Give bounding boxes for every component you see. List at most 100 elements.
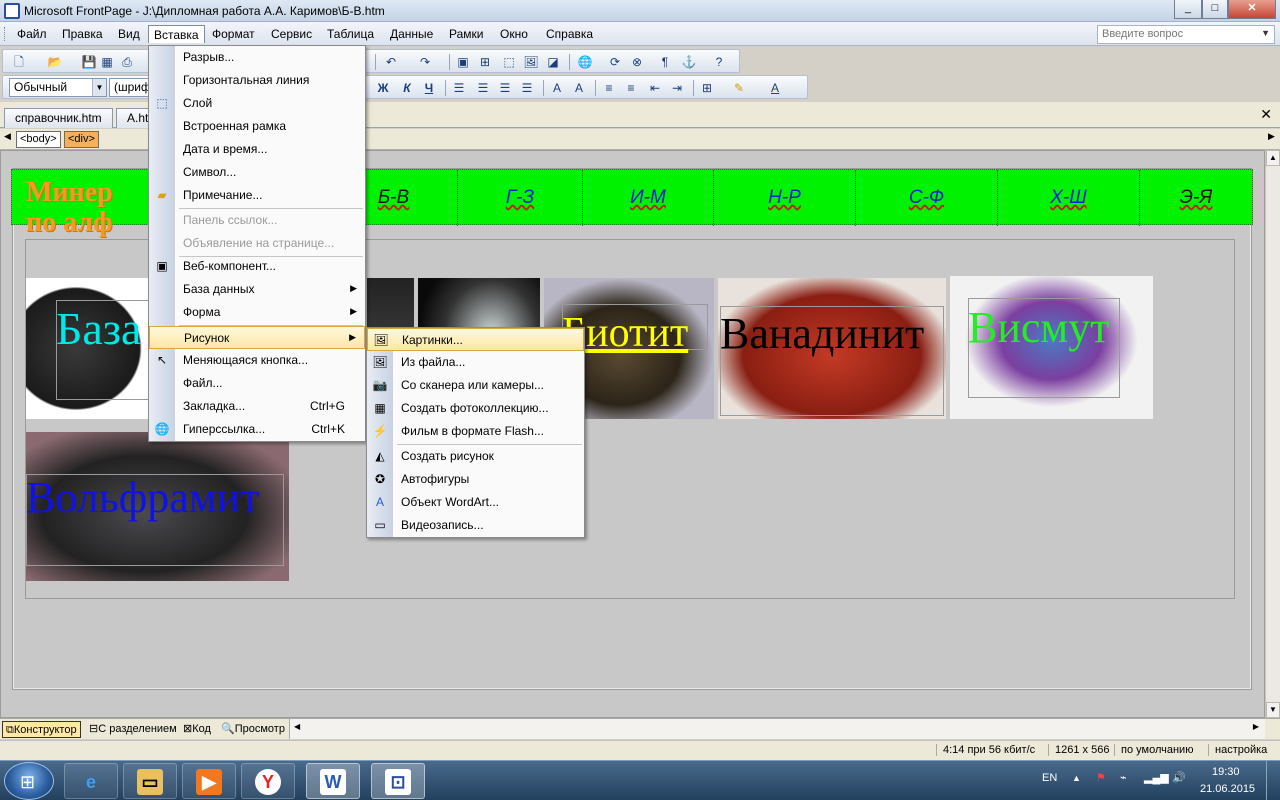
print-icon[interactable]: ⎙ [119, 54, 135, 70]
increase-font-icon[interactable]: A [549, 80, 565, 96]
tag-div[interactable]: <div> [64, 131, 99, 148]
highlight-icon[interactable]: ✎ [731, 80, 747, 96]
mineral-image-base[interactable]: База [26, 278, 151, 419]
bullet-list-icon[interactable]: ≡ [623, 80, 639, 96]
menu-item-form[interactable]: Форма ▶ [149, 301, 365, 324]
tag-body[interactable]: <body> [16, 131, 61, 148]
close-icon[interactable]: ✕ [1260, 106, 1272, 123]
menu-insert[interactable]: Вставка [148, 25, 205, 43]
scroll-up-icon[interactable]: ▲ [1266, 150, 1280, 166]
menu-help[interactable]: Справка [541, 25, 598, 43]
numbered-list-icon[interactable]: ≡ [601, 80, 617, 96]
font-dropdown[interactable]: (шриф [109, 78, 149, 97]
save-icon[interactable]: 💾 [81, 54, 97, 70]
menu-item-file[interactable]: Файл... [149, 372, 365, 395]
menu-item-inline-frame[interactable]: Встроенная рамка [149, 115, 365, 138]
menu-window[interactable]: Окно [495, 25, 533, 43]
italic-button[interactable]: К [399, 80, 415, 96]
menu-item-symbol[interactable]: Символ... [149, 161, 365, 184]
chevron-down-icon[interactable]: ▼ [1261, 28, 1270, 38]
menu-view[interactable]: Вид [113, 25, 145, 43]
anchor-icon[interactable]: ⚓ [681, 54, 697, 70]
scroll-down-icon[interactable]: ▼ [1266, 702, 1280, 718]
taskbar-yandex[interactable]: Y [241, 763, 295, 799]
minimize-button[interactable]: _ [1174, 0, 1202, 19]
font-color-icon[interactable]: A [767, 80, 783, 96]
view-tab-split[interactable]: ⊟С разделением [86, 721, 180, 738]
scroll-right-icon[interactable]: ▶ [1253, 722, 1259, 731]
menu-frames[interactable]: Рамки [444, 25, 488, 43]
ask-question-input[interactable]: Введите вопрос ▼ [1097, 25, 1275, 44]
maximize-button[interactable]: □ [1202, 0, 1228, 19]
usb-icon[interactable]: ⌁ [1120, 771, 1127, 784]
publish-icon[interactable]: ▦ [99, 54, 115, 70]
nav-link-i-m[interactable]: И-М [583, 170, 714, 226]
menu-item-date-time[interactable]: Дата и время... [149, 138, 365, 161]
menu-item-break[interactable]: Разрыв... [149, 46, 365, 69]
menu-format[interactable]: Формат [207, 25, 260, 43]
increase-indent-icon[interactable]: ⇥ [669, 80, 685, 96]
language-indicator[interactable]: EN [1042, 772, 1057, 784]
tab-spravochnik[interactable]: справочник.htm [4, 108, 113, 128]
mineral-image-vanadinite[interactable]: Ванадинит [718, 278, 946, 419]
menu-item-comment[interactable]: ▰ Примечание... [149, 184, 365, 207]
align-center-icon[interactable]: ☰ [475, 80, 491, 96]
menu-data[interactable]: Данные [385, 25, 438, 43]
frontpage-app-icon[interactable] [4, 3, 20, 19]
nav-link-e-ya[interactable]: Э-Я [1140, 170, 1252, 226]
nav-link-n-r[interactable]: Н-Р [714, 170, 856, 226]
menu-item-horizontal-line[interactable]: Горизонтальная линия [149, 69, 365, 92]
insert-picture-icon[interactable]: 🖼 [523, 54, 539, 70]
submenu-item-video[interactable]: ▭ Видеозапись... [367, 514, 584, 537]
action-center-icon[interactable]: ⚑ [1096, 771, 1106, 784]
chevron-down-icon[interactable]: ▼ [92, 79, 106, 96]
chevron-left-icon[interactable]: ◀ [4, 131, 11, 142]
submenu-item-flash-movie[interactable]: ⚡ Фильм в формате Flash... [367, 420, 584, 443]
tray-expand-icon[interactable]: ▲ [1072, 773, 1081, 783]
drawing-icon[interactable]: ◪ [545, 54, 561, 70]
submenu-item-wordart[interactable]: A Объект WordArt... [367, 491, 584, 514]
style-dropdown[interactable]: Обычный ▼ [9, 78, 107, 97]
horizontal-scrollbar[interactable]: ◀ ▶ [289, 719, 1265, 739]
nav-link-s-f[interactable]: С-Ф [856, 170, 998, 226]
submenu-item-new-drawing[interactable]: ◭ Создать рисунок [367, 445, 584, 468]
redo-icon[interactable]: ↷ [417, 54, 433, 70]
menu-item-interactive-button[interactable]: ↖ Меняющаяся кнопка... [149, 349, 365, 372]
menu-file[interactable]: Файл [12, 25, 52, 43]
taskbar-word[interactable]: W [306, 763, 360, 799]
taskbar-media[interactable]: ▶ [182, 763, 236, 799]
submenu-item-autoshapes[interactable]: ✪ Автофигуры [367, 468, 584, 491]
view-tab-preview[interactable]: 🔍Просмотр [218, 721, 288, 738]
justify-icon[interactable]: ☰ [519, 80, 535, 96]
clock-date[interactable]: 21.06.2015 [1200, 783, 1255, 795]
decrease-indent-icon[interactable]: ⇤ [647, 80, 663, 96]
network-icon[interactable]: ▂▄▆ [1144, 771, 1169, 784]
show-desktop-button[interactable] [1266, 761, 1280, 800]
menu-item-hyperlink[interactable]: 🌐 Гиперссылка... Ctrl+K [149, 418, 365, 441]
nav-link-g-z[interactable]: Г-З [458, 170, 583, 226]
align-right-icon[interactable]: ☰ [497, 80, 513, 96]
chevron-right-icon[interactable]: ▶ [1268, 131, 1275, 142]
view-tab-code[interactable]: ⊠Код [180, 721, 214, 738]
new-page-icon[interactable]: 🗋 [11, 54, 27, 70]
borders-icon[interactable]: ⊞ [699, 80, 715, 96]
underline-button[interactable]: Ч [421, 80, 437, 96]
help-icon[interactable]: ? [711, 54, 727, 70]
taskbar-frontpage[interactable]: ⊡ [371, 763, 425, 799]
taskbar-explorer[interactable]: ▭ [123, 763, 177, 799]
menubar-grip[interactable] [4, 27, 7, 41]
submenu-item-scanner[interactable]: 📷 Со сканера или камеры... [367, 374, 584, 397]
menu-item-web-component[interactable]: ▣ Веб-компонент... [149, 255, 365, 278]
align-left-icon[interactable]: ☰ [451, 80, 467, 96]
mineral-image-bismuth[interactable]: Висмут [950, 276, 1153, 419]
submenu-item-from-file[interactable]: 🖼 Из файла... [367, 351, 584, 374]
submenu-item-clip-art[interactable]: 🖼 Картинки... [367, 328, 584, 351]
scroll-left-icon[interactable]: ◀ [294, 722, 300, 731]
volume-icon[interactable]: 🔊 [1172, 771, 1186, 784]
menu-edit[interactable]: Правка [57, 25, 108, 43]
taskbar-ie[interactable]: e [64, 763, 118, 799]
clock-time[interactable]: 19:30 [1212, 766, 1240, 778]
nav-link-h-sh[interactable]: Х-Ш [998, 170, 1140, 226]
open-folder-icon[interactable]: 📂 [47, 54, 63, 70]
status-settings[interactable]: настройка [1208, 744, 1273, 756]
